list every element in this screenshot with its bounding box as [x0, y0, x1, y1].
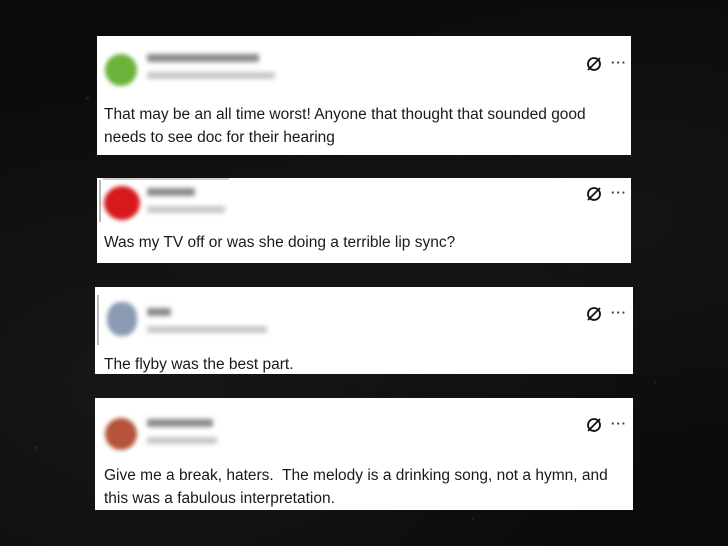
tweet-card[interactable]: ··· The flyby was the best part. — [95, 287, 633, 374]
author-handle-redacted — [147, 72, 275, 79]
tweet-card[interactable]: ··· Give me a break, haters. The melody … — [95, 398, 633, 510]
tweet-card[interactable]: ··· Was my TV off or was she doing a ter… — [97, 178, 631, 263]
more-options-icon[interactable]: ··· — [611, 306, 627, 319]
unavailable-icon[interactable] — [585, 305, 603, 323]
author-handle-redacted — [147, 437, 217, 444]
more-options-icon[interactable]: ··· — [611, 56, 627, 69]
avatar[interactable] — [104, 186, 140, 220]
author-handle-redacted — [147, 326, 267, 333]
unavailable-icon[interactable] — [585, 55, 603, 73]
tweet-text: That may be an all time worst! Anyone th… — [104, 106, 590, 146]
tweet-card[interactable]: ··· That may be an all time worst! Anyon… — [97, 36, 631, 155]
author-name-redacted[interactable] — [147, 419, 213, 427]
author-name-redacted[interactable] — [147, 54, 259, 62]
author-name-redacted[interactable] — [147, 308, 171, 316]
divider — [99, 180, 101, 222]
unavailable-icon[interactable] — [585, 185, 603, 203]
tweet-text: Give me a break, haters. The melody is a… — [104, 467, 613, 507]
divider — [103, 178, 229, 180]
author-handle-redacted — [147, 206, 225, 213]
more-options-icon[interactable]: ··· — [611, 417, 627, 430]
avatar[interactable] — [105, 418, 137, 450]
more-options-icon[interactable]: ··· — [611, 186, 627, 199]
unavailable-icon[interactable] — [585, 416, 603, 434]
avatar[interactable] — [105, 54, 137, 86]
tweet-text: The flyby was the best part. — [104, 356, 294, 373]
author-name-redacted[interactable] — [147, 188, 195, 196]
avatar[interactable] — [107, 302, 137, 336]
divider — [97, 295, 99, 345]
tweet-text: Was my TV off or was she doing a terribl… — [104, 234, 456, 251]
